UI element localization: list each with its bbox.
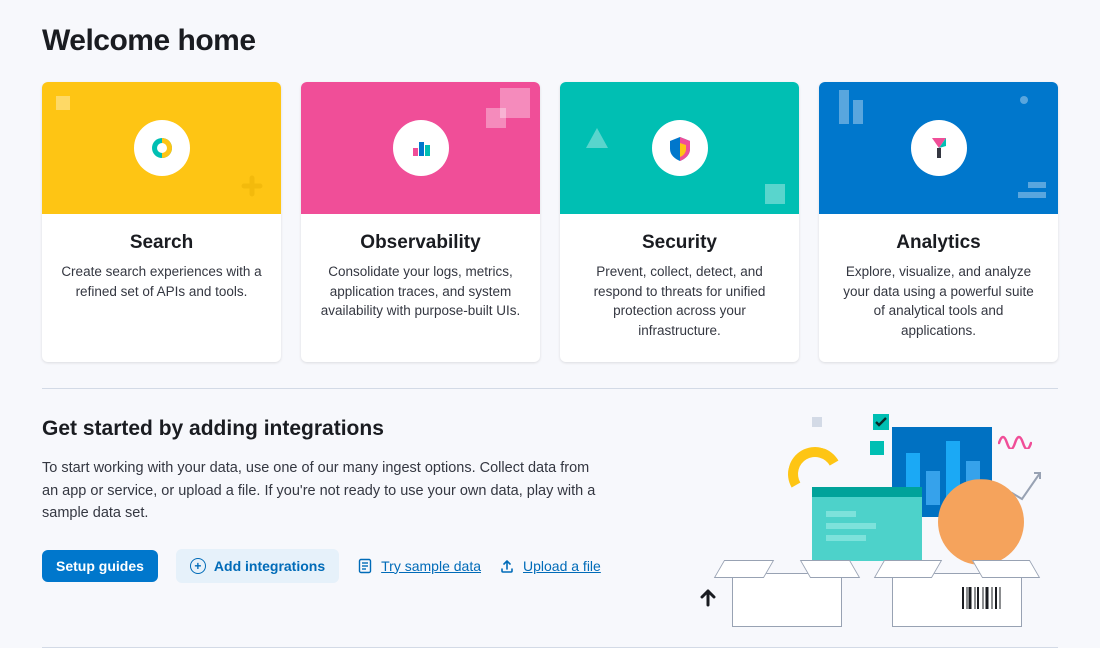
divider — [42, 388, 1058, 389]
card-analytics[interactable]: Analytics Explore, visualize, and analyz… — [819, 82, 1058, 362]
card-security[interactable]: Security Prevent, collect, detect, and r… — [560, 82, 799, 362]
card-security-title: Security — [578, 232, 781, 254]
solution-cards: Search Create search experiences with a … — [42, 82, 1058, 362]
card-analytics-desc: Explore, visualize, and analyze your dat… — [837, 262, 1040, 340]
card-search-title: Search — [60, 232, 263, 254]
document-icon — [357, 558, 373, 574]
try-sample-data-link[interactable]: Try sample data — [357, 558, 481, 574]
upload-file-label: Upload a file — [523, 558, 601, 574]
card-observability-hero — [301, 82, 540, 214]
upload-file-link[interactable]: Upload a file — [499, 558, 601, 574]
card-observability-desc: Consolidate your logs, metrics, applicat… — [319, 262, 522, 321]
setup-guides-label: Setup guides — [56, 559, 144, 573]
search-icon — [134, 120, 190, 176]
get-started-section: Get started by adding integrations To st… — [42, 417, 1058, 627]
squiggle-icon — [998, 429, 1032, 449]
arrow-up-icon — [700, 587, 716, 607]
card-analytics-title: Analytics — [837, 232, 1040, 254]
card-security-desc: Prevent, collect, detect, and respond to… — [578, 262, 781, 340]
analytics-icon — [911, 120, 967, 176]
card-security-hero — [560, 82, 799, 214]
get-started-title: Get started by adding integrations — [42, 417, 642, 441]
shield-icon — [652, 120, 708, 176]
page-title: Welcome home — [42, 24, 1058, 58]
setup-guides-button[interactable]: Setup guides — [42, 550, 158, 582]
card-search[interactable]: Search Create search experiences with a … — [42, 82, 281, 362]
try-sample-data-label: Try sample data — [381, 558, 481, 574]
card-search-hero — [42, 82, 281, 214]
get-started-desc: To start working with your data, use one… — [42, 457, 602, 524]
card-analytics-hero — [819, 82, 1058, 214]
get-started-actions: Setup guides + Add integrations Try samp… — [42, 549, 642, 583]
get-started-illustration — [672, 417, 1042, 627]
card-observability-title: Observability — [319, 232, 522, 254]
add-integrations-button[interactable]: + Add integrations — [176, 549, 339, 583]
upload-icon — [499, 558, 515, 574]
plus-circle-icon: + — [190, 558, 206, 574]
card-search-desc: Create search experiences with a refined… — [60, 262, 263, 301]
check-icon — [872, 413, 890, 431]
bar-chart-icon — [393, 120, 449, 176]
card-observability[interactable]: Observability Consolidate your logs, met… — [301, 82, 540, 362]
barcode-icon — [962, 587, 1002, 609]
add-integrations-label: Add integrations — [214, 559, 325, 573]
